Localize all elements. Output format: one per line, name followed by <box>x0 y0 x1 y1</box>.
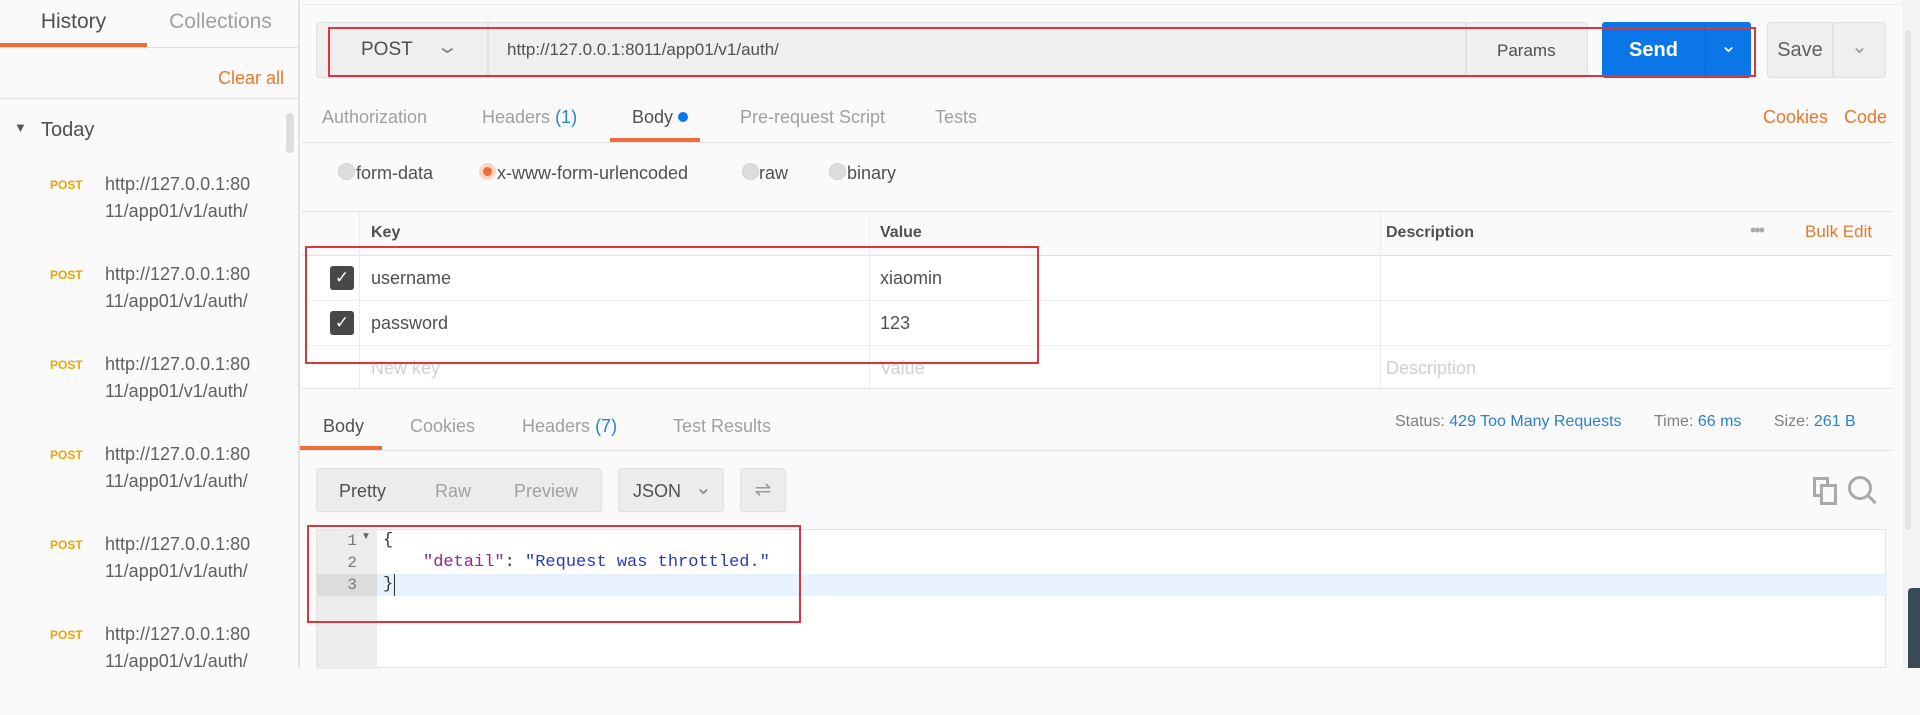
code-line: "detail": "Request was throttled." <box>423 553 770 572</box>
tab-collections[interactable]: Collections <box>147 0 294 47</box>
radio-label-raw[interactable]: raw <box>759 161 788 185</box>
line-number: 1 <box>347 532 357 550</box>
save-button[interactable]: Save <box>1767 22 1833 78</box>
method-badge: POST <box>50 358 83 372</box>
sidebar-scrollbar[interactable] <box>286 113 294 153</box>
sidebar: History Collections Clear all ▼ Today PO… <box>0 0 300 671</box>
tab-history[interactable]: History <box>0 0 147 47</box>
history-group-today[interactable]: Today <box>41 119 94 142</box>
method-value: POST <box>361 39 413 60</box>
key-cell[interactable]: password <box>371 311 448 335</box>
value-cell[interactable]: xiaomin <box>880 266 942 290</box>
view-mode-pretty[interactable]: Pretty <box>339 481 386 502</box>
new-key-input[interactable]: New key <box>371 356 440 380</box>
response-tab-test-results[interactable]: Test Results <box>673 414 771 438</box>
view-mode-raw[interactable]: Raw <box>435 481 471 502</box>
view-mode-preview[interactable]: Preview <box>514 481 578 502</box>
active-line-highlight <box>377 574 1887 596</box>
row-checkbox[interactable]: ✓ <box>330 311 354 335</box>
code-line: } <box>383 574 396 596</box>
tab-prerequest-script[interactable]: Pre-request Script <box>740 105 885 129</box>
search-icon[interactable] <box>1848 476 1878 506</box>
radio-binary[interactable] <box>829 163 846 180</box>
radio-raw[interactable] <box>742 163 759 180</box>
status-value: 429 Too Many Requests <box>1449 413 1622 430</box>
cookies-link[interactable]: Cookies <box>1763 107 1828 128</box>
params-table: Key Value Description ••• Bulk Edit ✓ us… <box>302 211 1892 390</box>
history-url: http://127.0.0.1:8011/app01/v1/auth/ <box>105 354 251 401</box>
column-header-description: Description <box>1386 224 1475 241</box>
history-item[interactable]: POST http://127.0.0.1:8011/app01/v1/auth/ <box>0 624 290 715</box>
response-meta: Status: 429 Too Many Requests Time: 66 m… <box>1395 413 1856 430</box>
column-header-key: Key <box>371 224 401 241</box>
send-button[interactable]: Send <box>1602 22 1705 78</box>
modified-dot-icon <box>678 112 689 122</box>
format-select[interactable]: JSON ⌄ <box>618 468 724 512</box>
overlay-widget <box>1908 588 1920 668</box>
line-number: 2 <box>347 554 357 572</box>
radio-x-www-form-urlencoded[interactable] <box>479 163 496 180</box>
more-options-icon[interactable]: ••• <box>1750 220 1765 241</box>
method-badge: POST <box>50 448 83 462</box>
chevron-down-icon: ⌄ <box>435 36 460 58</box>
method-badge: POST <box>50 268 83 282</box>
response-tab-headers[interactable]: Headers (7) <box>522 414 617 438</box>
clear-all-link[interactable]: Clear all <box>218 68 284 89</box>
history-item[interactable]: POST http://127.0.0.1:8011/app01/v1/auth/ <box>0 174 290 265</box>
params-button[interactable]: Params <box>1466 22 1588 78</box>
method-select[interactable]: POST ⌄ <box>316 22 488 78</box>
history-item[interactable]: POST http://127.0.0.1:8011/app01/v1/auth/ <box>0 444 290 535</box>
history-url: http://127.0.0.1:8011/app01/v1/auth/ <box>105 444 251 491</box>
divider <box>0 98 298 99</box>
tab-tests[interactable]: Tests <box>935 105 977 129</box>
response-tab-cookies[interactable]: Cookies <box>410 414 475 438</box>
radio-form-data[interactable] <box>338 163 355 180</box>
history-item[interactable]: POST http://127.0.0.1:8011/app01/v1/auth/ <box>0 354 290 445</box>
radio-label-binary[interactable]: binary <box>847 161 896 185</box>
tab-body[interactable]: Body <box>632 105 689 129</box>
radio-label-form-data[interactable]: form-data <box>356 161 433 185</box>
tab-authorization[interactable]: Authorization <box>322 105 427 129</box>
history-url: http://127.0.0.1:8011/app01/v1/auth/ <box>105 174 251 221</box>
size-value: 261 B <box>1813 413 1856 430</box>
main-scrollbar[interactable] <box>1902 0 1920 668</box>
history-url: http://127.0.0.1:8011/app01/v1/auth/ <box>105 264 251 311</box>
history-url: http://127.0.0.1:8011/app01/v1/auth/ <box>105 534 251 581</box>
table-row: ✓ username xiaomin <box>302 256 1892 301</box>
column-header-value: Value <box>880 224 922 241</box>
history-item[interactable]: POST http://127.0.0.1:8011/app01/v1/auth/ <box>0 264 290 355</box>
line-number: 3 <box>347 576 357 594</box>
value-cell[interactable]: 123 <box>880 311 910 335</box>
response-tab-body[interactable]: Body <box>323 414 364 438</box>
send-options-chevron-icon[interactable]: ⌄ <box>1705 22 1751 78</box>
view-mode-group: Pretty Raw Preview <box>316 468 602 512</box>
time-value: 66 ms <box>1697 413 1742 430</box>
table-row: ✓ password 123 <box>302 301 1892 346</box>
copy-icon[interactable] <box>1813 477 1839 505</box>
fold-caret-icon[interactable]: ▼ <box>361 531 371 542</box>
code-link[interactable]: Code <box>1844 107 1887 128</box>
history-url: http://127.0.0.1:8011/app01/v1/auth/ <box>105 624 251 671</box>
method-badge: POST <box>50 178 83 192</box>
chevron-down-icon: ⌄ <box>695 477 712 499</box>
wrap-lines-icon[interactable]: ⇌ <box>740 468 786 512</box>
history-item[interactable]: POST http://127.0.0.1:8011/app01/v1/auth/ <box>0 534 290 625</box>
method-badge: POST <box>50 538 83 552</box>
url-input[interactable]: http://127.0.0.1:8011/app01/v1/auth/ <box>488 22 1466 78</box>
row-checkbox[interactable]: ✓ <box>330 266 354 290</box>
body-type-group: form-data x-www-form-urlencoded raw bina… <box>332 161 1532 187</box>
bulk-edit-link[interactable]: Bulk Edit <box>1805 222 1872 242</box>
save-options-chevron-icon[interactable]: ⌄ <box>1833 22 1886 78</box>
key-cell[interactable]: username <box>371 266 451 290</box>
new-description-input[interactable]: Description <box>1386 356 1476 380</box>
new-value-input[interactable]: Value <box>880 356 925 380</box>
radio-label-x-www-form-urlencoded[interactable]: x-www-form-urlencoded <box>497 161 688 185</box>
response-body-editor[interactable]: 1 ▼ 2 3 { "detail": "Request was throttl… <box>316 529 1887 669</box>
caret-down-icon[interactable]: ▼ <box>14 120 27 135</box>
method-badge: POST <box>50 628 83 642</box>
code-line: { <box>383 531 394 550</box>
request-panel: POST ⌄ http://127.0.0.1:8011/app01/v1/au… <box>300 0 1902 669</box>
tab-headers[interactable]: Headers (1) <box>482 105 577 129</box>
